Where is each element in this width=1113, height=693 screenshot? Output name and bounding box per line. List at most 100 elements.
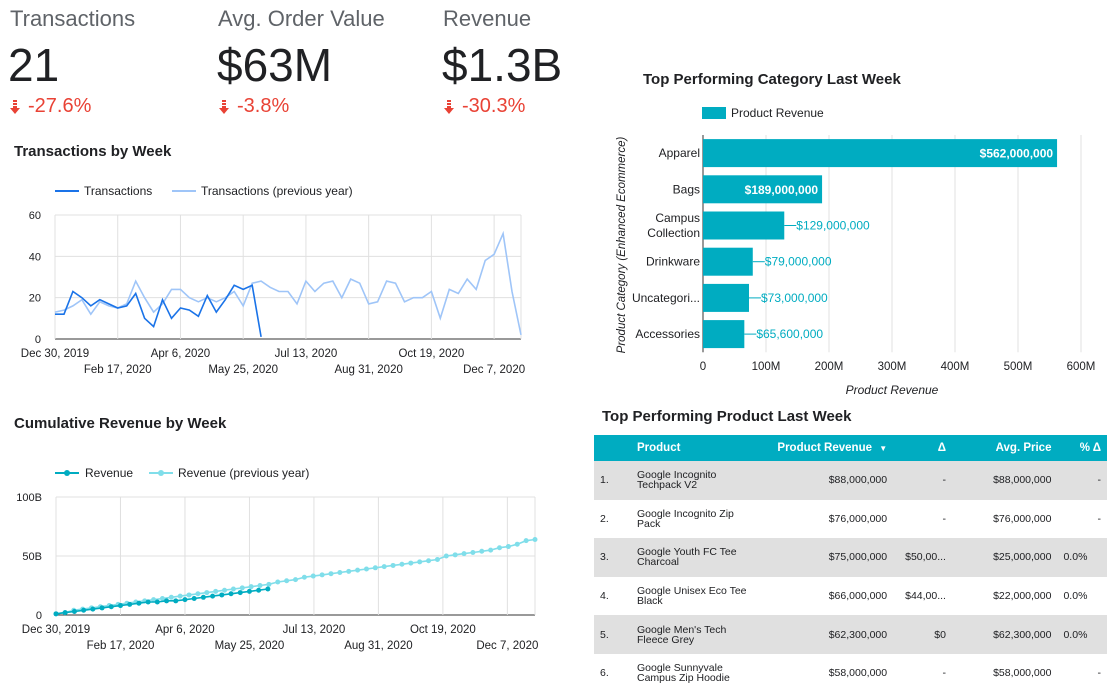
table-row[interactable]: 5. Google Men's Tech Fleece Grey $62,300,… (594, 615, 1107, 654)
data-point (470, 549, 476, 555)
bar (703, 247, 753, 276)
y-tick-label: 100B (16, 492, 42, 504)
avg-price-cell: $62,300,000 (951, 615, 1058, 654)
data-point (488, 547, 494, 553)
revenue-cell: $76,000,000 (771, 499, 894, 539)
revenue-chart-title: Cumulative Revenue by Week (14, 415, 227, 432)
revenue-chart: Revenue Revenue (previous year) 0 50B 100B… (16, 466, 538, 652)
table-row[interactable]: 3. Google Youth FC Tee Charcoal $75,000,0… (594, 538, 1107, 577)
data-point (117, 603, 123, 609)
rank-cell: 5. (594, 615, 631, 654)
data-point (381, 564, 387, 570)
series-line-previous-year (54, 230, 522, 336)
data-point (108, 604, 114, 610)
rank-cell: 3. (594, 538, 631, 577)
data-point (237, 590, 243, 596)
data-point (363, 566, 369, 572)
x-tick-label: Dec 30, 2019 (21, 348, 89, 360)
avg-price-cell: $88,000,000 (951, 461, 1058, 500)
data-point (479, 548, 485, 554)
table-row[interactable]: 2. Google Incognito Zip Pack $76,000,000 … (594, 499, 1107, 539)
x-tick-label: Dec 7, 2020 (463, 364, 525, 376)
category-label: Uncategori... (632, 291, 700, 305)
data-point (173, 598, 179, 604)
transactions-grid (54, 214, 522, 340)
revenue-column-header-label: Product Revenue (777, 442, 872, 454)
product-cell: Google Incognito Zip Pack (630, 499, 772, 539)
revenue-column-header[interactable]: Product Revenue ▼ (771, 435, 894, 461)
delta-column-header[interactable]: Δ (893, 435, 952, 461)
data-point (204, 590, 210, 596)
data-point (310, 573, 316, 579)
table-row[interactable]: 6. Google Sunnyvale Campus Zip Hoodie $58… (594, 653, 1107, 693)
product-name-line2: Pack (636, 517, 661, 530)
legend-product-revenue-label: Product Revenue (731, 106, 824, 120)
x-tick-label: Aug 31, 2020 (344, 640, 412, 652)
category-label: Apparel (659, 146, 700, 160)
product-name-line2: Campus Zip Hoodie (636, 672, 730, 685)
x-tick-label: Feb 17, 2020 (84, 364, 152, 376)
x-tick-label: Dec 7, 2020 (476, 640, 538, 652)
data-point (399, 561, 405, 567)
category-label: Campus (655, 211, 700, 225)
revenue-axis-labels: 0 50B 100B Dec 30, 2019 Apr 6, 2020 Jul 13, 2… (16, 492, 538, 652)
data-point (257, 583, 263, 588)
avg-price-cell: $58,000,000 (951, 653, 1058, 693)
data-point (497, 545, 503, 551)
kpi-transactions-delta: -27.6% (10, 95, 91, 118)
category-chart-title: Top Performing Category Last Week (643, 71, 901, 88)
kpi-revenue-delta: -30.3% (444, 95, 525, 118)
legend-transactions-label: Transactions (84, 184, 152, 198)
revenue-legend: Revenue Revenue (previous year) (55, 466, 309, 480)
data-point (355, 567, 361, 573)
transactions-legend: Transactions Transactions (previous year… (55, 184, 353, 198)
data-point (256, 587, 262, 593)
data-point (372, 565, 378, 571)
avg-price-column-header[interactable]: Avg. Price (951, 435, 1058, 461)
revenue-marks (53, 536, 538, 617)
data-point (81, 607, 87, 613)
data-point (200, 594, 206, 600)
data-point (246, 588, 252, 594)
legend-transactions-prev-label: Transactions (previous year) (201, 184, 353, 198)
delta-cell: - (893, 499, 952, 539)
pct-delta-column-header[interactable]: % Δ (1057, 435, 1107, 461)
rank-header (594, 435, 631, 461)
transactions-chart-title: Transactions by Week (14, 143, 172, 160)
x-tick-label: 0 (700, 361, 706, 373)
data-point (434, 557, 440, 563)
category-label: Accessories (635, 327, 700, 341)
x-tick-label: Aug 31, 2020 (334, 364, 402, 376)
product-name-line2: Charcoal (636, 556, 680, 569)
data-point (136, 600, 142, 606)
product-name-line2: Black (636, 595, 663, 608)
data-point (328, 571, 334, 577)
data-point (293, 577, 298, 583)
data-point (284, 578, 290, 584)
data-point (248, 584, 254, 590)
y-tick-label: 0 (36, 610, 42, 622)
data-point (346, 568, 352, 574)
revenue-grid (55, 496, 536, 616)
product-name-line2: Fleece Grey (636, 633, 695, 646)
revenue-cell: $88,000,000 (771, 461, 894, 500)
category-chart: Product Revenue Product Category (Enhanc… (616, 106, 1096, 397)
product-column-header[interactable]: Product (630, 435, 772, 461)
x-tick-label: 600M (1067, 361, 1096, 373)
x-tick-label: Oct 19, 2020 (398, 348, 464, 360)
legend-revenue-prev-label: Revenue (previous year) (178, 466, 309, 480)
data-point (177, 593, 183, 599)
data-label: $73,000,000 (761, 291, 828, 305)
kpi-revenue-label: Revenue (443, 6, 532, 31)
x-tick-label: 400M (941, 361, 970, 373)
table-row[interactable]: 1. Google Incognito Techpack V2 $88,000,0… (594, 461, 1107, 500)
arrow-down-icon (444, 99, 454, 114)
category-label: Drinkware (646, 255, 700, 269)
table-row[interactable]: 4. Google Unisex Eco Tee Black $66,000,00… (594, 576, 1107, 616)
data-point (164, 598, 170, 604)
product-cell: Google Sunnyvale Campus Zip Hoodie (630, 653, 772, 693)
y-tick-label: 20 (29, 293, 41, 305)
x-tick-label: Apr 6, 2020 (155, 624, 214, 636)
revenue-cell: $75,000,000 (771, 538, 894, 577)
data-point (99, 605, 105, 611)
